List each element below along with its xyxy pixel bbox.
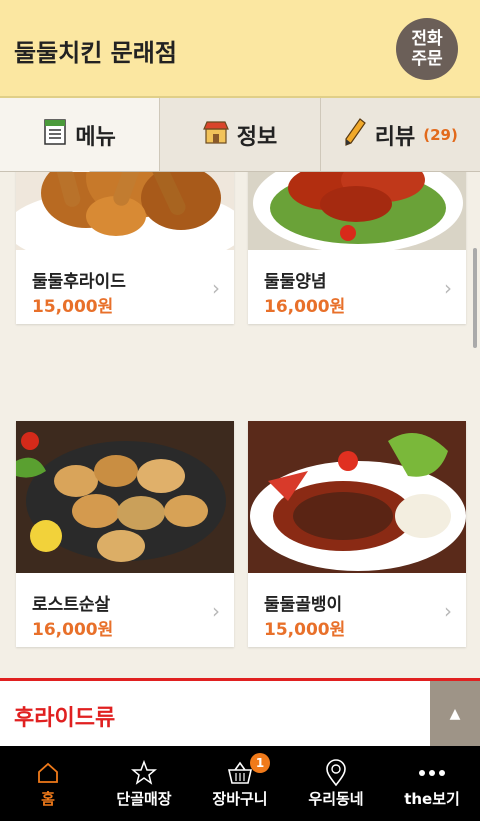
triangle-up-icon: ▲: [449, 705, 461, 722]
chevron-right-icon: ›: [444, 276, 452, 300]
menu-name: 둘둘골뱅이: [264, 595, 343, 615]
nav-more[interactable]: the보기: [384, 746, 480, 821]
category-header: 후라이드류 ▲: [0, 678, 480, 746]
nav-cart-label: 장바구니: [212, 790, 268, 808]
tab-info-label: 정보: [236, 124, 278, 150]
phone-order-button[interactable]: 전화 주문: [396, 18, 458, 80]
menu-name: 둘둘후라이드: [32, 272, 126, 292]
menu-card-fried[interactable]: 둘둘후라이드 15,000원 ›: [16, 172, 234, 324]
store-title: 둘둘치킨 문래점: [14, 39, 177, 67]
map-pin-icon: [324, 758, 348, 788]
review-count: (29): [423, 125, 458, 144]
tab-bar: 메뉴 정보 리뷰 (29): [0, 98, 480, 180]
chevron-right-icon: ›: [444, 599, 452, 623]
seasoned-chicken-image: [248, 172, 466, 250]
category-title: 후라이드류: [14, 706, 116, 731]
menu-card-seasoned[interactable]: 둘둘양념 16,000원 ›: [248, 172, 466, 324]
more-icon: [417, 758, 447, 788]
tab-review[interactable]: 리뷰 (29): [321, 98, 480, 171]
call-label-line2: 주문: [411, 49, 443, 69]
fried-chicken-image: [16, 172, 234, 250]
chevron-right-icon: ›: [212, 599, 220, 623]
bottom-nav: 홈 단골매장 1 장바구니 우리동네 the보기: [0, 746, 480, 821]
scroll-top-button[interactable]: ▲: [430, 681, 480, 746]
nav-favorite-label: 단골매장: [116, 790, 172, 808]
store-icon: [202, 119, 229, 151]
roast-boneless-chicken-image: [16, 421, 234, 573]
tab-menu[interactable]: 메뉴: [0, 98, 161, 180]
app-header: 둘둘치킨 문래점 전화 주문: [0, 0, 480, 98]
call-label-line1: 전화: [411, 29, 443, 49]
menu-name: 둘둘양념: [264, 272, 327, 292]
home-icon: [36, 758, 60, 788]
nav-neighborhood-label: 우리동네: [308, 790, 364, 808]
menu-sheet-icon: [43, 118, 67, 152]
pencil-icon: [343, 117, 367, 153]
nav-cart[interactable]: 1 장바구니: [192, 746, 288, 821]
menu-content: 둘둘후라이드 15,000원 › 둘둘양념 16,000원 › 로스트순살 16…: [0, 172, 480, 674]
menu-price: 15,000원: [264, 620, 346, 640]
nav-home-label: 홈: [41, 790, 55, 808]
whelk-salad-image: [248, 421, 466, 573]
menu-price: 16,000원: [264, 297, 346, 317]
nav-home[interactable]: 홈: [0, 746, 96, 821]
tab-menu-label: 메뉴: [75, 124, 116, 150]
nav-neighborhood[interactable]: 우리동네: [288, 746, 384, 821]
tab-info[interactable]: 정보: [160, 98, 321, 171]
menu-price: 16,000원: [32, 620, 114, 640]
chevron-right-icon: ›: [212, 276, 220, 300]
menu-card-whelk[interactable]: 둘둘골뱅이 15,000원 ›: [248, 421, 466, 647]
menu-card-roast[interactable]: 로스트순살 16,000원 ›: [16, 421, 234, 647]
star-icon: [131, 758, 157, 788]
cart-count-badge: 1: [250, 753, 270, 773]
scrollbar[interactable]: [473, 248, 477, 348]
menu-price: 15,000원: [32, 297, 114, 317]
nav-favorite-stores[interactable]: 단골매장: [96, 746, 192, 821]
tab-review-label: 리뷰: [374, 124, 416, 150]
nav-more-label: the보기: [404, 790, 460, 808]
menu-name: 로스트순살: [32, 595, 111, 615]
